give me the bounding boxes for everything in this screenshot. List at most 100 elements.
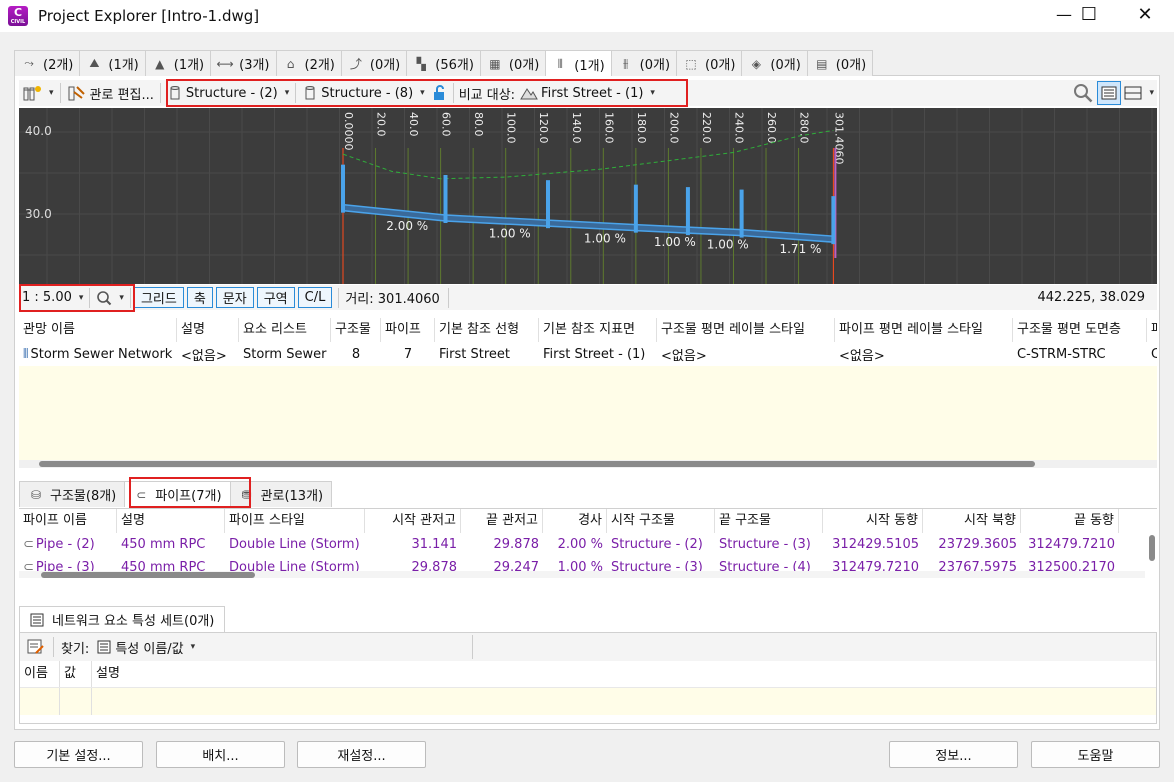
pipe-segment[interactable]	[444, 214, 549, 227]
column-header[interactable]: 구조물	[331, 318, 381, 342]
tab-label: (0개)	[770, 58, 801, 73]
column-header[interactable]: 설명	[177, 318, 239, 342]
table-cell: First Street - (1)	[539, 347, 657, 362]
column-header[interactable]: 파이프	[381, 318, 435, 342]
column-header[interactable]: 끝 관저고	[461, 509, 543, 533]
structure-marker[interactable]	[341, 164, 345, 213]
column-header[interactable]: 시작 구조물	[607, 509, 715, 533]
column-header[interactable]: 구조물 평면 도면층	[1013, 318, 1147, 342]
highlight-box	[166, 79, 688, 107]
structure-marker[interactable]	[685, 187, 690, 236]
view-toggle-button[interactable]: 그리드	[133, 287, 184, 308]
column-header[interactable]: 값	[60, 661, 92, 687]
close-icon[interactable]: ✕	[1122, 0, 1168, 32]
tab-site[interactable]: ▦ (0개)	[479, 50, 547, 76]
table-row[interactable]: ⊂ Pipe - (2) 450 mm RPC Double Line (Storm)…	[19, 533, 1157, 556]
tab-viewframe[interactable]: ⬚ (0개)	[676, 50, 743, 76]
structure-marker[interactable]	[633, 184, 638, 233]
tab-structure[interactable]: ⛁ 구조물(8개)	[19, 481, 126, 507]
column-header[interactable]: 관망 이름	[19, 318, 177, 342]
viewframe-icon: ⬚	[685, 56, 697, 71]
column-header[interactable]: 기본 참조 선형	[435, 318, 539, 342]
edit-network-button[interactable]: 관로 편집...	[64, 81, 157, 105]
tab-label: (1개)	[108, 58, 139, 73]
reset-button[interactable]: 재설정...	[297, 741, 426, 768]
tab-featureline[interactable]: ⤴ (0개)	[340, 50, 408, 76]
pipe-network-icon: ⫴	[557, 56, 563, 71]
station-label: 0.0000	[342, 112, 355, 151]
profile-graph[interactable]: 40.0 30.0 0.0000 20.0 40.0 60.0 80.0 100.0 120.0…	[19, 108, 1157, 284]
table-cell: Storm Sewer	[239, 347, 331, 362]
table-cell: 2.00 %	[543, 537, 607, 552]
column-header[interactable]: 끝 동향	[1021, 509, 1119, 533]
column-header[interactable]: 기본 참조 지표면	[539, 318, 657, 342]
about-button[interactable]: 정보...	[889, 741, 1018, 768]
table-cell: C	[1147, 347, 1157, 362]
pipe-segment[interactable]	[547, 219, 637, 232]
pipe-segment[interactable]	[635, 223, 689, 234]
surface-icon: ⛰	[89, 56, 100, 70]
tab-pipe-network[interactable]: ⫴ (1개)	[545, 50, 612, 77]
profile-view[interactable]: 40.0 30.0 0.0000 20.0 40.0 60.0 80.0 100.0 120.0…	[19, 108, 1157, 284]
column-header[interactable]: 경사	[543, 509, 607, 533]
split-view-icon	[1124, 86, 1142, 100]
column-header[interactable]: 시작 북향	[923, 509, 1021, 533]
structure-marker[interactable]	[739, 189, 744, 238]
column-header[interactable]: 설명	[117, 509, 225, 533]
tab-label: (56개)	[435, 58, 474, 73]
column-header[interactable]: 요소 리스트	[239, 318, 331, 342]
column-header[interactable]: 파이프 스타일	[225, 509, 365, 533]
find-dropdown[interactable]: 특성 이름/값	[93, 635, 474, 659]
list-view-button[interactable]	[1097, 81, 1122, 105]
alignment-icon: ⤳	[24, 56, 34, 70]
zoom-button[interactable]	[1069, 81, 1097, 105]
settings-button[interactable]: 기본 설정...	[14, 741, 143, 768]
view-toggle-button[interactable]: C/L	[297, 287, 333, 308]
column-header[interactable]: 구조물 평면 레이블 스타일	[657, 318, 835, 342]
tab-catchment[interactable]: ◈ (0개)	[741, 50, 808, 76]
column-header[interactable]: 파이프 이름	[19, 509, 117, 533]
tab-sample-line[interactable]: ▚ (56개)	[406, 50, 481, 76]
tab-alignment[interactable]: ⤳ (2개)	[14, 50, 81, 76]
tab-corridor[interactable]: ▲ (1개)	[144, 50, 212, 76]
network-table-scrollbar[interactable]	[19, 460, 1157, 468]
column-header[interactable]: 시작 관저고	[365, 509, 461, 533]
structure-marker[interactable]	[443, 175, 448, 224]
view-toggle-button[interactable]: 문자	[215, 287, 254, 308]
column-header[interactable]: 설명	[92, 661, 492, 687]
structure-marker[interactable]	[831, 196, 836, 245]
table-cell: 8	[331, 347, 381, 362]
column-header[interactable]: 시작 동향	[823, 509, 923, 533]
tab-label: (0개)	[369, 58, 401, 73]
column-header[interactable]: 파	[1147, 318, 1157, 342]
view-toggle-button[interactable]: 축	[186, 287, 213, 308]
split-view-button[interactable]	[1121, 81, 1157, 105]
tab-label: (2개)	[43, 58, 74, 73]
pipe-table-vscrollbar[interactable]	[1149, 535, 1155, 561]
tab-surface[interactable]: ⛰ (1개)	[79, 50, 146, 76]
view-toggle-button[interactable]: 구역	[256, 287, 295, 308]
table-row[interactable]: ⫴ Storm Sewer Network <없음> Storm Sewer 8 7 Fir…	[19, 342, 1157, 366]
tab-parcel[interactable]: ⌂ (2개)	[275, 50, 342, 76]
scrollbar-thumb[interactable]	[39, 461, 1035, 467]
edit-properties-icon[interactable]	[26, 638, 46, 656]
tab-assembly[interactable]: ⟷ (3개)	[210, 50, 277, 76]
tab-pressure-network[interactable]: ⫵ (0개)	[610, 50, 678, 76]
slope-label: 1.00 %	[654, 235, 696, 249]
toolbar-separator	[338, 287, 340, 308]
layout-button[interactable]: 배치...	[156, 741, 285, 768]
help-button[interactable]: 도움말	[1031, 741, 1160, 768]
structure-marker[interactable]	[546, 180, 551, 229]
maximize-icon[interactable]: ☐	[1066, 0, 1112, 32]
add-element-button[interactable]	[19, 81, 57, 105]
tab-data[interactable]: ▤ (0개)	[806, 50, 874, 76]
scrollbar-thumb[interactable]	[41, 572, 255, 578]
column-header[interactable]: 이름	[20, 661, 60, 687]
column-header[interactable]: 파이프 평면 레이블 스타일	[835, 318, 1013, 342]
pipe-table-hscrollbar[interactable]	[19, 571, 1145, 578]
column-header[interactable]: 끝 구조물	[715, 509, 823, 533]
property-sets-tab[interactable]: 네트워크 요소 특성 세트(0개)	[19, 606, 226, 632]
highlight-box	[129, 477, 251, 508]
toolbar-separator	[447, 287, 449, 308]
pipe-segment[interactable]	[740, 228, 835, 243]
